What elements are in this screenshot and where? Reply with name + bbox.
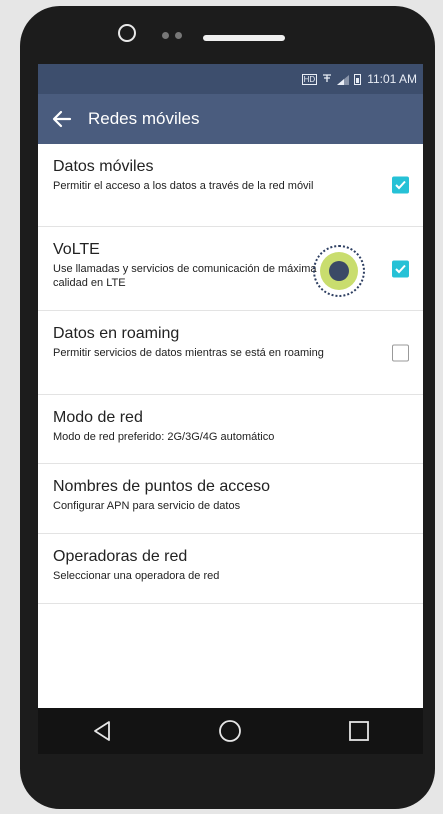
- navigation-bar: [38, 708, 423, 754]
- battery-icon: [354, 73, 362, 85]
- setting-subtitle: Seleccionar una operadora de red: [53, 570, 220, 582]
- setting-subtitle: Use llamadas y servicios de comunicación…: [53, 263, 317, 289]
- settings-list: Datos móviles Permitir el acceso a los d…: [38, 144, 423, 604]
- earpiece-speaker: [203, 35, 285, 41]
- check-icon: [395, 180, 406, 190]
- setting-data-roaming[interactable]: Datos en roaming Permitir servicios de d…: [38, 311, 423, 395]
- signal-icon: [337, 74, 350, 85]
- setting-subtitle: Modo de red preferido: 2G/3G/4G automáti…: [53, 431, 275, 443]
- phone-frame: HD 11:01 AM Redes móviles Datos móviles …: [20, 6, 435, 809]
- mobile-data-checkbox[interactable]: [392, 176, 409, 194]
- status-icons: HD: [301, 72, 362, 86]
- sensor-dot: [162, 32, 169, 39]
- page-title: Redes móviles: [88, 109, 200, 128]
- setting-title: Operadoras de red: [53, 548, 188, 565]
- arrow-left-icon[interactable]: [50, 107, 74, 131]
- setting-subtitle: Permitir servicios de datos mientras se …: [53, 347, 324, 359]
- recents-square-icon[interactable]: [346, 718, 372, 744]
- setting-network-operators[interactable]: Operadoras de red Seleccionar una operad…: [38, 534, 423, 604]
- touch-point: [329, 261, 349, 281]
- screen: HD 11:01 AM Redes móviles Datos móviles …: [38, 64, 423, 754]
- touch-indicator: [313, 245, 365, 297]
- app-bar: Redes móviles: [38, 94, 423, 144]
- setting-subtitle: Permitir el acceso a los datos a través …: [53, 180, 314, 192]
- setting-title: VoLTE: [53, 241, 100, 258]
- setting-mobile-data[interactable]: Datos móviles Permitir el acceso a los d…: [38, 144, 423, 227]
- check-icon: [395, 264, 406, 273]
- data-roaming-checkbox[interactable]: [392, 344, 409, 361]
- setting-network-mode[interactable]: Modo de red Modo de red preferido: 2G/3G…: [38, 395, 423, 464]
- home-circle-icon[interactable]: [217, 718, 243, 744]
- status-time: 11:01 AM: [367, 72, 417, 86]
- volte-checkbox[interactable]: [392, 260, 409, 277]
- setting-subtitle: Configurar APN para servicio de datos: [53, 500, 241, 512]
- hd-voice-icon: HD: [301, 73, 318, 85]
- network-type-icon: [322, 72, 332, 86]
- setting-title: Datos en roaming: [53, 325, 180, 342]
- front-camera: [118, 24, 136, 42]
- setting-title: Nombres de puntos de acceso: [53, 478, 271, 495]
- back-triangle-icon[interactable]: [89, 718, 115, 744]
- status-bar: HD 11:01 AM: [38, 64, 423, 94]
- setting-access-point-names[interactable]: Nombres de puntos de acceso Configurar A…: [38, 464, 423, 534]
- setting-volte[interactable]: VoLTE Use llamadas y servicios de comuni…: [38, 227, 423, 311]
- phone-top: [20, 6, 435, 66]
- setting-title: Modo de red: [53, 409, 143, 426]
- touch-highlight: [320, 252, 358, 290]
- sensor-dot: [175, 32, 182, 39]
- setting-title: Datos móviles: [53, 158, 154, 175]
